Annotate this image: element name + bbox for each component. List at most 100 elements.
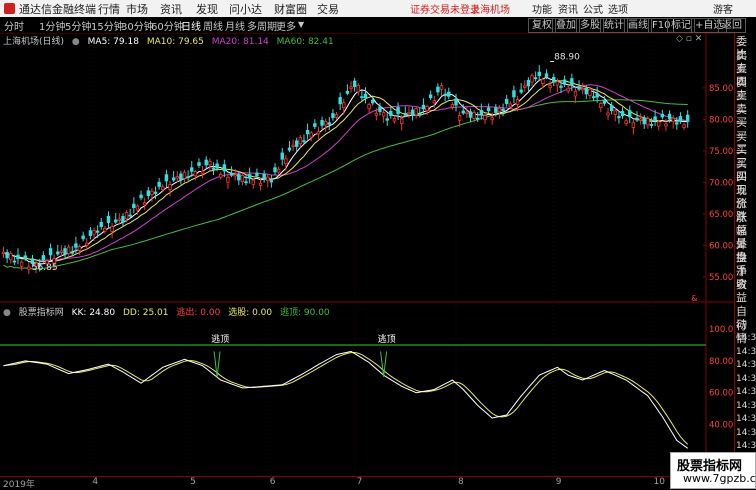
candle-body	[157, 181, 161, 187]
tab-multi-period[interactable]: 多周期	[247, 18, 277, 33]
tab-5min[interactable]: 5分钟	[65, 18, 91, 33]
tab-monthly[interactable]: 月线	[225, 18, 245, 33]
ma60-line	[3, 99, 688, 270]
candle-body	[153, 191, 158, 194]
tab-60min[interactable]: 60分钟	[151, 18, 184, 33]
candle-body	[77, 245, 82, 251]
candle-body	[23, 255, 27, 260]
menu-trade[interactable]: 交易	[317, 1, 339, 17]
candle-body	[533, 77, 538, 80]
menu-options[interactable]: 选项	[608, 1, 628, 16]
guest-user[interactable]: 游客	[713, 1, 733, 16]
candle-body	[544, 73, 549, 77]
kline-chart[interactable]: 85.00 80.00 75.00 70.00 65.00 60.00 55.00 100.0…	[0, 33, 734, 476]
candle-body	[211, 167, 216, 170]
candle-body	[573, 90, 578, 97]
legend-escape: 逃出: 0.00	[176, 308, 221, 318]
candle-body	[421, 104, 426, 110]
candle-body	[367, 104, 371, 110]
indicator-tick-label: 40.00	[709, 420, 733, 430]
ma20-line	[3, 84, 688, 261]
back-button[interactable]: 返回	[718, 18, 746, 33]
tab-1min[interactable]: 1分钟	[39, 18, 65, 33]
indicator-tick-label: 60.00	[709, 389, 733, 399]
candle-body	[302, 140, 306, 143]
indicator-legend: ● 股票指标网 KK: 24.80 DD: 25.01 逃出: 0.00 选股:…	[3, 305, 335, 318]
candle-body	[566, 87, 570, 92]
more-chevron-icon[interactable]: ▼	[298, 20, 304, 29]
candle-body	[273, 167, 277, 173]
date-axis: 2019年 4 5 6 7 8 9 10	[0, 476, 734, 490]
candle-body	[617, 116, 621, 119]
tab-30min[interactable]: 30分钟	[121, 18, 154, 33]
candle-body	[609, 105, 614, 112]
ma10-path	[3, 80, 688, 263]
quote-side-panel: 委比 卖五 卖四 卖三 卖二 卖一 买一 买二 买三 买四 买五 现价 涨跌 涨幅 总量 外盘 换手 净资 收益 自动…	[734, 33, 756, 476]
candle-body	[537, 71, 541, 77]
candle-body	[595, 93, 599, 98]
menu-formula[interactable]: 公式	[583, 1, 603, 16]
candle-body	[85, 242, 89, 246]
candle-body	[5, 251, 9, 259]
menu-market[interactable]: 市场	[126, 1, 148, 17]
candle-body	[186, 176, 190, 179]
candle-body	[584, 87, 589, 95]
tab-intraday[interactable]: 分时	[4, 18, 24, 33]
month-label: 5	[190, 477, 196, 487]
candle-body	[197, 162, 201, 166]
candle-body	[266, 176, 270, 181]
candle-body	[175, 176, 179, 179]
candle-body	[132, 203, 136, 208]
candle-body	[226, 176, 230, 183]
candle-body	[41, 255, 46, 261]
candle-body	[555, 81, 560, 86]
candle-body	[468, 111, 473, 118]
candle-body	[472, 111, 476, 119]
candle-body	[642, 117, 646, 125]
candle-body	[638, 118, 643, 121]
side-tick-time: 14:30	[736, 400, 756, 411]
candle-body	[667, 113, 672, 120]
legend-dot-icon: ●	[71, 37, 80, 47]
menu-wealth-circle[interactable]: 财富圈	[274, 1, 307, 17]
candle-body	[70, 251, 74, 254]
candle-body	[508, 103, 512, 108]
main-legend: 上海机场(日线) ● MA5: 79.18 MA10: 79.65 MA20: …	[3, 34, 339, 47]
menu-info[interactable]: 资讯	[558, 1, 578, 16]
candle-body	[541, 78, 545, 84]
candle-body	[95, 230, 100, 233]
candle-body	[103, 227, 107, 232]
current-stock-name: 上海机场	[470, 5, 510, 16]
menu-ask-xiaoda[interactable]: 问小达	[229, 1, 262, 17]
candle-body	[436, 86, 440, 93]
tab-weekly[interactable]: 周线	[203, 18, 223, 33]
candle-body	[479, 110, 484, 115]
panel-controls-icon[interactable]: ◇ ▫ ✕	[676, 34, 702, 44]
candle-body	[135, 205, 140, 211]
candle-body	[349, 86, 353, 89]
candle-body	[410, 109, 415, 116]
candle-body	[443, 93, 447, 97]
side-tick-time: 14:30	[736, 373, 756, 384]
candle-body	[334, 114, 339, 118]
candle-body	[287, 147, 292, 151]
price-tick-label: 60.00	[709, 241, 733, 251]
menu-function[interactable]: 功能	[532, 1, 552, 16]
menu-discover[interactable]: 发现	[196, 1, 218, 17]
menu-news[interactable]: 资讯	[160, 1, 182, 17]
month-label: 7	[356, 477, 363, 487]
tab-more[interactable]: 更多	[276, 18, 296, 33]
candle-body	[146, 190, 150, 197]
month-label: 6	[269, 477, 276, 487]
candle-body	[327, 122, 331, 125]
app-logo-icon	[4, 3, 15, 14]
candle-body	[237, 174, 241, 181]
menu-quotes[interactable]: 行情	[98, 1, 120, 17]
candle-body	[99, 222, 103, 227]
candle-body	[425, 106, 429, 112]
candle-body	[56, 251, 60, 255]
tab-15min[interactable]: 15分钟	[91, 18, 124, 33]
candle-body	[280, 152, 284, 160]
candle-body	[399, 118, 404, 125]
tab-daily[interactable]: 日线	[181, 18, 201, 33]
